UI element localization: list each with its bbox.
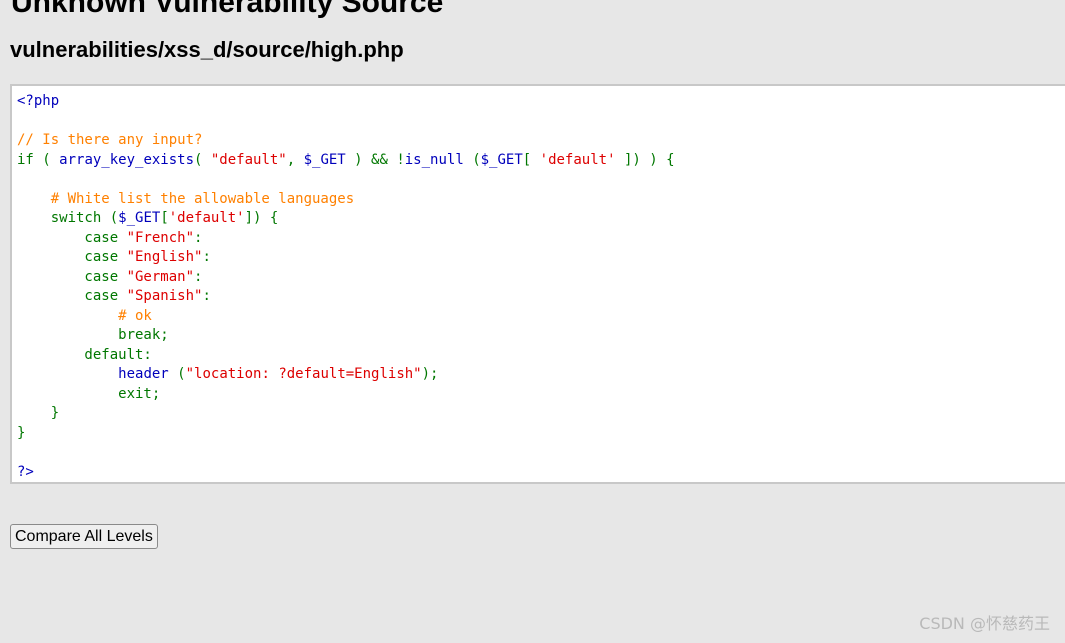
code-token: # ok	[17, 307, 152, 324]
code-token: 'default'	[168, 210, 245, 226]
code-token: :	[194, 268, 203, 285]
code-token: <?php	[17, 93, 60, 109]
code-token: switch (	[17, 210, 119, 226]
code-line: case "Spanish":	[17, 287, 675, 307]
page-title: Unknown Vulnerability Source	[11, 0, 444, 19]
code-token: // Is there any input?	[17, 132, 203, 148]
code-token: "English"	[126, 249, 203, 265]
code-token: array_key_exists	[59, 151, 195, 168]
code-token: ]) ) {	[623, 151, 675, 168]
code-token: is_null	[404, 151, 473, 168]
compare-all-levels-button[interactable]: Compare All Levels	[10, 524, 158, 549]
code-token: 'default'	[539, 151, 624, 168]
code-line: if ( array_key_exists( "default", $_GET …	[17, 151, 675, 171]
code-token: [	[522, 151, 540, 168]
code-token: );	[421, 366, 439, 382]
code-token: case	[17, 229, 127, 246]
code-line: ?>	[17, 463, 675, 483]
code-line: switch ($_GET['default']) {	[17, 209, 675, 229]
code-line: }	[17, 424, 675, 444]
code-token: (	[194, 151, 211, 168]
csdn-watermark: CSDN @怀慈药王	[919, 614, 1050, 633]
code-token: $_GET	[118, 210, 161, 226]
code-token: "French"	[126, 229, 195, 246]
code-line: exit;	[17, 385, 675, 405]
code-token: exit;	[17, 385, 161, 402]
code-line: }	[17, 404, 675, 424]
code-token: ?>	[17, 463, 34, 480]
code-line: case "French":	[17, 229, 675, 249]
code-token: (	[472, 151, 481, 168]
code-line: // Is there any input?	[17, 131, 675, 151]
code-token: :	[202, 288, 211, 304]
code-token: $_GET	[303, 151, 355, 168]
code-line: break;	[17, 326, 675, 346]
code-line: # White list the allowable languages	[17, 190, 675, 210]
code-token: "Spanish"	[126, 288, 203, 304]
code-token: }	[17, 424, 26, 441]
code-token: "location: ?default=English"	[185, 366, 422, 382]
code-token: case	[17, 249, 127, 265]
code-token: case	[17, 288, 127, 304]
source-code: <?php // Is there any input? if ( array_ke…	[17, 92, 675, 482]
code-token: ]) {	[244, 210, 279, 226]
code-token: break;	[17, 327, 169, 343]
code-token: }	[17, 405, 60, 421]
code-token: case	[17, 268, 127, 285]
code-line: case "English":	[17, 248, 675, 268]
code-token: :	[194, 229, 203, 246]
code-token: # White list the allowable languages	[17, 190, 355, 207]
code-token: :	[202, 249, 211, 265]
code-token: [	[160, 210, 169, 226]
code-line: # ok	[17, 307, 675, 327]
code-token: ) && !	[354, 151, 405, 168]
code-token: $_GET	[480, 151, 523, 168]
code-line: <?php	[17, 92, 675, 112]
code-line: header ("location: ?default=English");	[17, 365, 675, 385]
source-file-path: vulnerabilities/xss_d/source/high.php	[10, 37, 404, 62]
code-token: "default"	[210, 151, 287, 168]
code-token: header	[118, 366, 178, 382]
code-token: "German"	[126, 268, 195, 285]
code-token: if (	[17, 151, 60, 168]
code-token: ,	[286, 151, 304, 168]
code-token: (	[177, 366, 186, 382]
code-token: default:	[17, 346, 152, 363]
source-code-panel: <?php // Is there any input? if ( array_ke…	[10, 84, 1065, 484]
code-line: default:	[17, 346, 675, 366]
code-line: case "German":	[17, 268, 675, 288]
